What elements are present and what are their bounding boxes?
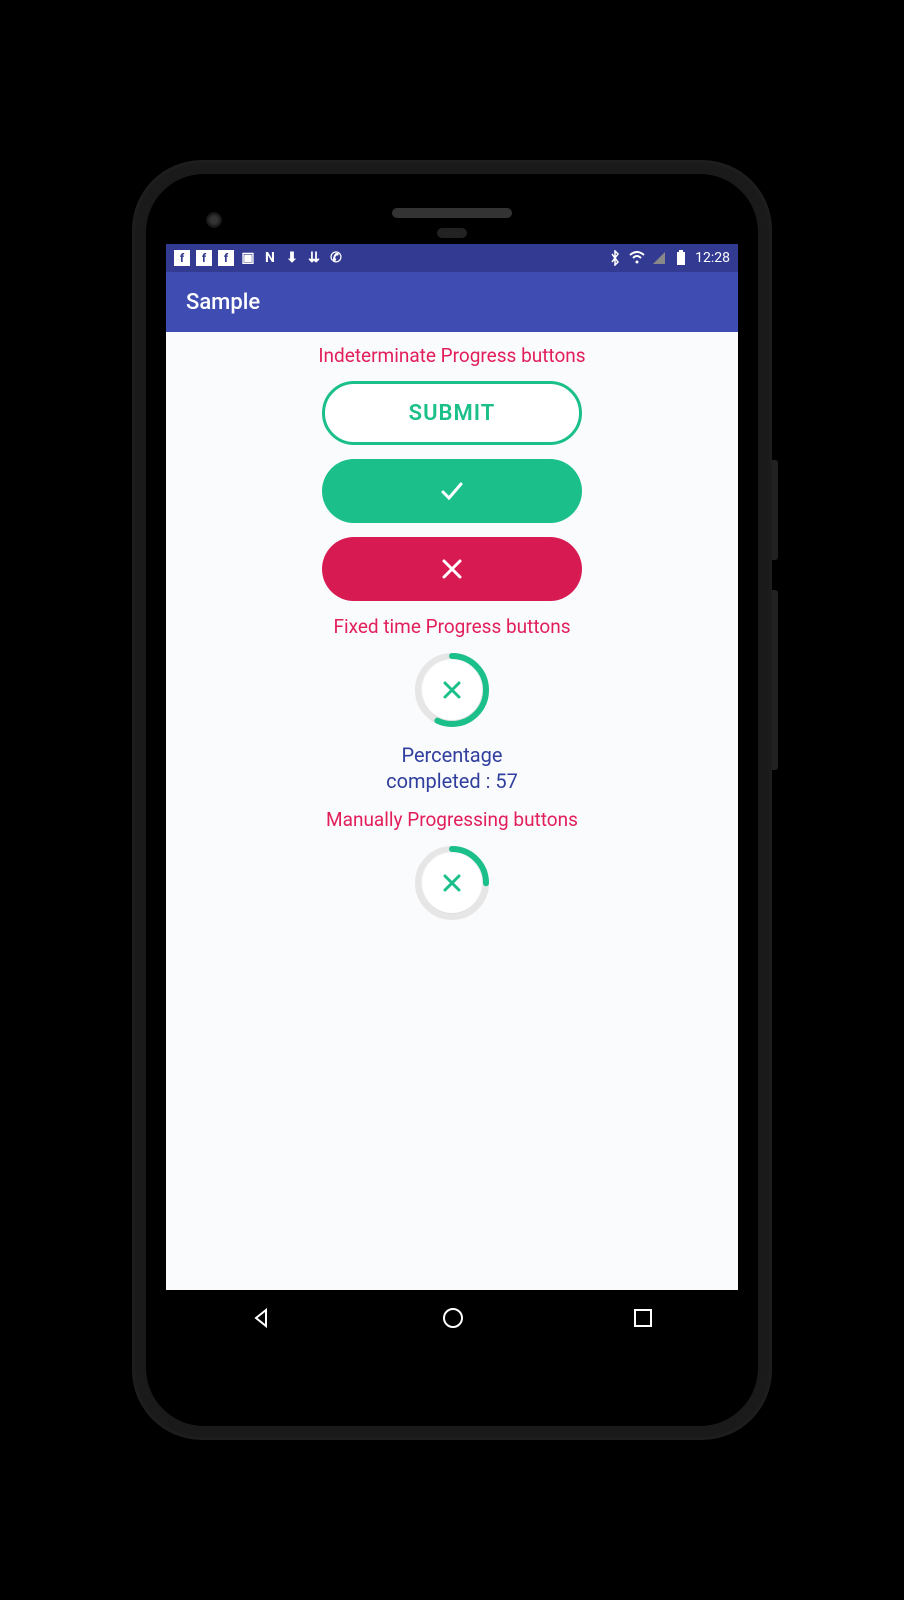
phone-sensor — [437, 228, 467, 238]
phone-camera — [206, 212, 222, 228]
success-button[interactable] — [322, 459, 582, 523]
app-title: Sample — [186, 290, 260, 315]
progress-ring-icon — [414, 652, 490, 728]
section-title-fixed: Fixed time Progress buttons — [333, 615, 570, 638]
status-left: f f f ▣ N ⬇ ⇊ ✆ — [174, 250, 344, 266]
section-title-manual: Manually Progressing buttons — [326, 808, 578, 831]
facebook-icon: f — [174, 250, 190, 266]
status-time: 12:28 — [695, 250, 730, 266]
facebook-icon: f — [218, 250, 234, 266]
n-icon: N — [262, 250, 278, 266]
section-title-indeterminate: Indeterminate Progress buttons — [318, 344, 585, 367]
back-icon[interactable] — [250, 1306, 274, 1330]
phone-side-button — [772, 460, 778, 560]
percentage-text: Percentage completed : 57 — [386, 742, 518, 794]
battery-icon — [673, 250, 689, 266]
facebook-icon: f — [196, 250, 212, 266]
wifi-icon — [629, 250, 645, 266]
fixed-progress-button[interactable] — [414, 652, 490, 728]
signal-icon — [651, 250, 667, 266]
status-right: 12:28 — [607, 250, 730, 266]
update-icon: ⇊ — [306, 250, 322, 266]
completed-label: completed : — [386, 769, 495, 793]
content: Indeterminate Progress buttons SUBMIT Fi… — [166, 332, 738, 1290]
error-button[interactable] — [322, 537, 582, 601]
phone-side-button — [772, 590, 778, 770]
submit-label: SUBMIT — [409, 401, 496, 426]
progress-ring-icon — [414, 845, 490, 921]
call-icon: ✆ — [328, 250, 344, 266]
check-icon — [435, 474, 469, 508]
download-icon: ⬇ — [284, 250, 300, 266]
home-icon[interactable] — [441, 1306, 465, 1330]
screen: f f f ▣ N ⬇ ⇊ ✆ — [166, 244, 738, 1346]
manual-progress-button[interactable] — [414, 845, 490, 921]
recent-icon[interactable] — [632, 1307, 654, 1329]
phone-speaker — [392, 208, 512, 218]
phone-frame: f f f ▣ N ⬇ ⇊ ✆ — [132, 160, 772, 1440]
cross-icon — [438, 555, 466, 583]
phone-bezel: f f f ▣ N ⬇ ⇊ ✆ — [146, 174, 758, 1426]
navigation-bar — [166, 1290, 738, 1346]
app-bar: Sample — [166, 272, 738, 332]
image-icon: ▣ — [240, 250, 256, 266]
percentage-value: 57 — [495, 769, 517, 793]
status-bar: f f f ▣ N ⬇ ⇊ ✆ — [166, 244, 738, 272]
bluetooth-icon — [607, 250, 623, 266]
percentage-label: Percentage — [401, 743, 502, 767]
submit-button[interactable]: SUBMIT — [322, 381, 582, 445]
